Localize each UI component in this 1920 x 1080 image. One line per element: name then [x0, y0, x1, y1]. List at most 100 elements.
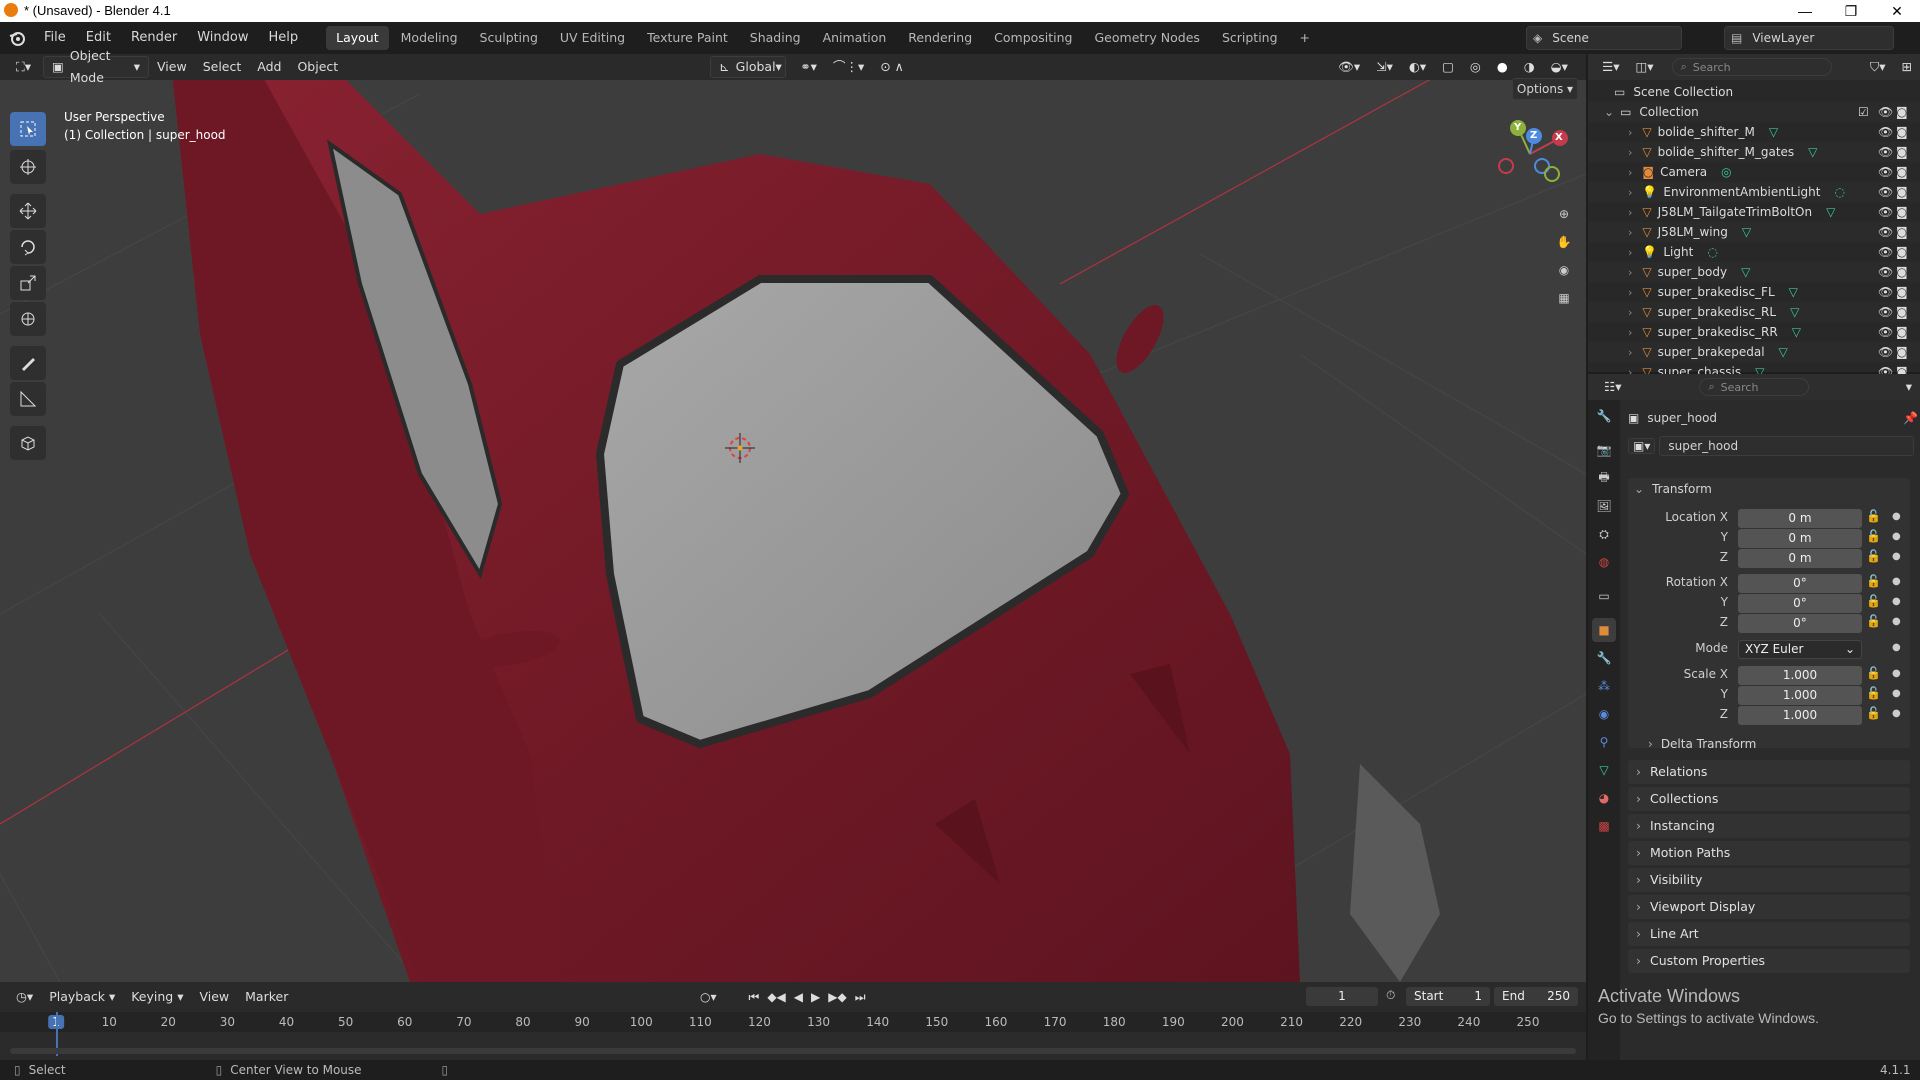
close-button[interactable]: ✕: [1874, 0, 1920, 22]
physics-tab-icon[interactable]: ◉: [1592, 702, 1616, 726]
tab-animation[interactable]: Animation: [813, 26, 897, 50]
mesh-data-icon[interactable]: ▽: [1826, 205, 1835, 219]
keyframe-dot-icon[interactable]: ●: [1892, 642, 1901, 653]
add-menu[interactable]: Add: [249, 56, 289, 78]
lock-icon[interactable]: 🔓: [1866, 686, 1881, 700]
pivot-icon[interactable]: ⚭▾: [792, 56, 825, 78]
lock-icon[interactable]: 🔓: [1866, 706, 1881, 720]
new-collection-icon[interactable]: ⊞: [1894, 56, 1920, 78]
options-button[interactable]: Options ▾: [1512, 78, 1578, 100]
outliner-item[interactable]: › 💡 Light ◌ 👁 ◙: [1588, 242, 1920, 262]
viewlayer-selector[interactable]: ▤ ViewLayer: [1724, 26, 1894, 50]
data-tab-icon[interactable]: ▽: [1592, 758, 1616, 782]
measure-tool[interactable]: [10, 382, 46, 416]
material-tab-icon[interactable]: ◕: [1592, 786, 1616, 810]
play-reverse-icon[interactable]: ◀: [794, 990, 803, 1004]
timeline-editor-icon[interactable]: ◷▾: [8, 986, 41, 1008]
outliner-item[interactable]: › ▽ super_brakepedal ▽ 👁 ◙: [1588, 342, 1920, 362]
expand-arrow-icon[interactable]: ›: [1628, 186, 1632, 199]
camera-data-icon[interactable]: ◎: [1721, 165, 1731, 179]
camera-render-icon[interactable]: ◙: [1896, 265, 1908, 279]
scene-tab-icon[interactable]: ⛭: [1592, 522, 1616, 546]
gizmo-toggle-icon[interactable]: ⇲▾: [1368, 56, 1401, 78]
play-icon[interactable]: ▶: [811, 990, 820, 1004]
object-type-dropdown[interactable]: ▣▾: [1628, 438, 1656, 454]
menu-help[interactable]: Help: [259, 22, 309, 54]
move-tool[interactable]: [10, 194, 46, 228]
object-name-field[interactable]: super_hood: [1659, 436, 1914, 456]
eye-icon[interactable]: 👁: [1878, 205, 1893, 219]
eye-icon[interactable]: 👁: [1878, 265, 1893, 279]
output-tab-icon[interactable]: 🖶: [1592, 466, 1616, 490]
rotation-z-field[interactable]: 0°: [1738, 614, 1862, 633]
panel-relations[interactable]: › Relations: [1628, 760, 1910, 784]
playback-menu[interactable]: Playback ▾: [41, 986, 123, 1008]
outliner-item[interactable]: › ▽ J58LM_TailgateTrimBoltOn ▽ 👁 ◙: [1588, 202, 1920, 222]
tab-rendering[interactable]: Rendering: [898, 26, 982, 50]
eye-icon[interactable]: 👁: [1878, 285, 1893, 299]
light-data-icon[interactable]: ◌: [1707, 245, 1717, 259]
properties-editor-icon[interactable]: ☷▾: [1596, 376, 1629, 398]
scale-z-field[interactable]: 1.000: [1738, 706, 1862, 725]
keyframe-dot-icon[interactable]: ●: [1892, 688, 1901, 699]
expand-arrow-icon[interactable]: ›: [1628, 326, 1632, 339]
mesh-data-icon[interactable]: ▽: [1808, 145, 1817, 159]
expand-arrow-icon[interactable]: ›: [1628, 126, 1632, 139]
mesh-data-icon[interactable]: ▽: [1769, 125, 1778, 139]
shading-wireframe-icon[interactable]: ◎: [1462, 56, 1489, 78]
tool-tab-icon[interactable]: 🔧: [1592, 404, 1616, 428]
keyframe-dot-icon[interactable]: ●: [1892, 668, 1901, 679]
next-keyframe-icon[interactable]: ▶◆: [828, 990, 846, 1004]
menu-window[interactable]: Window: [187, 22, 258, 54]
rotate-tool[interactable]: [10, 230, 46, 264]
keyframe-dot-icon[interactable]: ●: [1892, 531, 1901, 542]
start-frame-field[interactable]: Start 1: [1406, 987, 1490, 1006]
tab-layout[interactable]: Layout: [326, 26, 389, 50]
eye-icon[interactable]: 👁: [1878, 305, 1893, 319]
delta-transform-subpanel[interactable]: › Delta Transform: [1648, 734, 1908, 754]
timeline-view-menu[interactable]: View: [191, 986, 237, 1008]
tab-compositing[interactable]: Compositing: [984, 26, 1082, 50]
camera-render-icon[interactable]: ◙: [1896, 305, 1908, 319]
eye-icon[interactable]: 👁: [1878, 125, 1893, 139]
blender-menu-icon[interactable]: [0, 22, 34, 54]
rotation-x-field[interactable]: 0°: [1738, 574, 1862, 593]
proportional-edit-icon[interactable]: ⊙ ∧: [872, 56, 912, 78]
rotation-mode-select[interactable]: XYZ Euler ⌄: [1738, 640, 1862, 659]
scale-y-field[interactable]: 1.000: [1738, 686, 1862, 705]
tab-shading[interactable]: Shading: [740, 26, 811, 50]
keyframe-dot-icon[interactable]: ●: [1892, 576, 1901, 587]
mesh-data-icon[interactable]: ▽: [1790, 305, 1799, 319]
display-mode-icon[interactable]: ◫▾: [1627, 56, 1661, 78]
panel-viewport-display[interactable]: › Viewport Display: [1628, 895, 1910, 919]
expand-arrow-icon[interactable]: ›: [1628, 166, 1632, 179]
camera-render-icon[interactable]: ◙: [1896, 145, 1908, 159]
lock-icon[interactable]: 🔓: [1866, 574, 1881, 588]
select-menu[interactable]: Select: [195, 56, 250, 78]
3d-viewport[interactable]: User Perspective (1) Collection | super_…: [0, 54, 1586, 982]
particles-tab-icon[interactable]: ⁂: [1592, 674, 1616, 698]
mesh-data-icon[interactable]: ▽: [1742, 225, 1751, 239]
frame-ruler[interactable]: 1102030405060708090100110120130140150160…: [0, 1012, 1586, 1032]
add-workspace-button[interactable]: +: [1290, 26, 1320, 50]
constraints-tab-icon[interactable]: ⚲: [1592, 730, 1616, 754]
outliner-editor-icon[interactable]: ☰▾: [1594, 56, 1627, 78]
location-x-field[interactable]: 0 m: [1738, 509, 1862, 528]
expand-arrow-icon[interactable]: ›: [1628, 306, 1632, 319]
location-z-field[interactable]: 0 m: [1738, 549, 1862, 568]
camera-view-icon[interactable]: ◉: [1550, 256, 1578, 284]
navigation-gizmo[interactable]: X Y Z: [1490, 114, 1570, 194]
expand-arrow-icon[interactable]: ›: [1628, 346, 1632, 359]
scale-tool[interactable]: [10, 266, 46, 300]
filter-icon[interactable]: ⛉▾: [1862, 56, 1894, 78]
lock-icon[interactable]: 🔓: [1866, 509, 1881, 523]
outliner-item[interactable]: › ▽ super_brakedisc_RL ▽ 👁 ◙: [1588, 302, 1920, 322]
panel-custom-properties[interactable]: › Custom Properties: [1628, 949, 1910, 973]
expand-arrow-icon[interactable]: ›: [1628, 246, 1632, 259]
mode-selector[interactable]: ▣ Object Mode ▾: [43, 48, 150, 85]
tab-uv-editing[interactable]: UV Editing: [550, 26, 635, 50]
expand-arrow-icon[interactable]: ›: [1628, 226, 1632, 239]
keyframe-dot-icon[interactable]: ●: [1892, 708, 1901, 719]
panel-line-art[interactable]: › Line Art: [1628, 922, 1910, 946]
modifier-tab-icon[interactable]: 🔧: [1592, 646, 1616, 670]
